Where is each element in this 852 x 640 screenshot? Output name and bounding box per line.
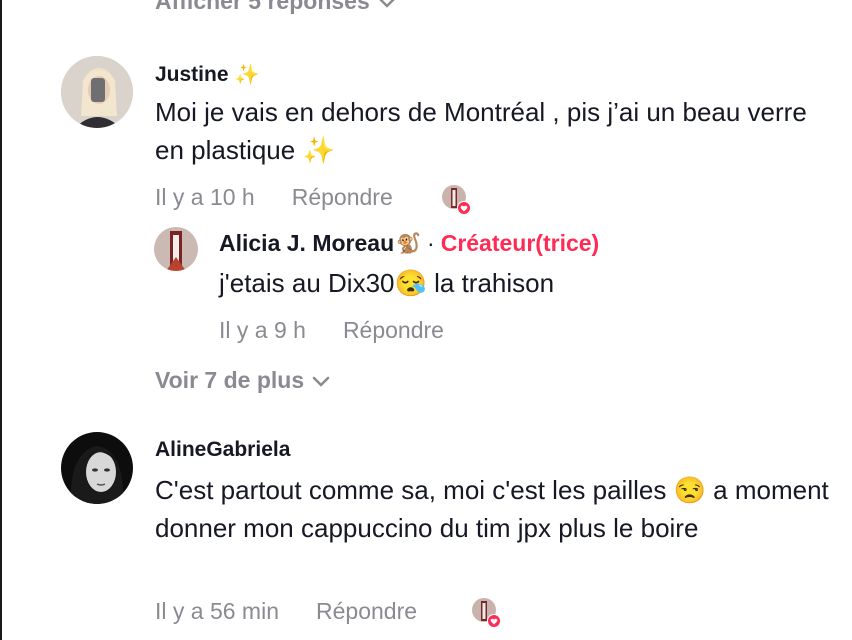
creator-liked-icon: [470, 597, 501, 628]
avatar[interactable]: [61, 432, 133, 504]
timestamp: Il y a 56 min: [155, 598, 279, 624]
timestamp: Il y a 9 h: [219, 317, 306, 343]
sparkles-icon: ✨: [234, 64, 260, 86]
view-more-button[interactable]: Voir 7 de plus: [155, 367, 330, 394]
reply-text: j'etais au Dix30😪 la trahison: [219, 264, 554, 302]
avatar[interactable]: [61, 56, 133, 128]
creator-badge: Créateur(trice): [440, 230, 600, 256]
avatar[interactable]: [154, 227, 198, 271]
reply-body-end: la trahison: [434, 268, 555, 298]
comment-text: Moi je vais en dehors de Montréal , pis …: [155, 93, 835, 169]
comment-text: C'est partout comme sa, moi c'est les pa…: [155, 471, 845, 547]
reply-meta: Il y a 9 h Répondre: [219, 317, 444, 344]
comment-header: AlineGabriela: [155, 438, 290, 462]
reply-body: j'etais au Dix30: [219, 268, 395, 298]
username[interactable]: Justine: [155, 63, 229, 87]
separator: ·: [427, 230, 435, 256]
username[interactable]: AlineGabriela: [155, 438, 290, 461]
sleepy-face-icon: 😪: [394, 268, 427, 298]
sparkles-icon: ✨: [302, 135, 335, 165]
reply-header: Alicia J. Moreau 🐒 · Créateur(trice): [219, 230, 599, 257]
view-more-label: Voir 7 de plus: [155, 367, 305, 393]
comment-meta: Il y a 56 min Répondre: [155, 598, 417, 625]
reply-button[interactable]: Répondre: [316, 598, 417, 625]
username[interactable]: Alicia J. Moreau: [219, 230, 394, 257]
comment-header: Justine ✨: [155, 62, 259, 87]
comment-meta: Il y a 10 h Répondre: [155, 184, 393, 211]
show-replies-label: Afficher 5 réponses: [155, 0, 370, 14]
monkey-icon: 🐒: [396, 233, 422, 255]
comment-body: Moi je vais en dehors de Montréal , pis …: [155, 97, 807, 165]
chevron-down-icon: [312, 367, 330, 394]
reply-button[interactable]: Répondre: [343, 317, 444, 344]
chevron-down-icon: [378, 0, 396, 15]
left-edge-border: [0, 0, 2, 640]
timestamp: Il y a 10 h: [155, 184, 255, 210]
creator-liked-icon: [440, 184, 471, 215]
comment-body: C'est partout comme sa, moi c'est les pa…: [155, 475, 829, 543]
show-replies-button[interactable]: Afficher 5 réponses: [155, 0, 396, 15]
reply-button[interactable]: Répondre: [292, 184, 393, 211]
